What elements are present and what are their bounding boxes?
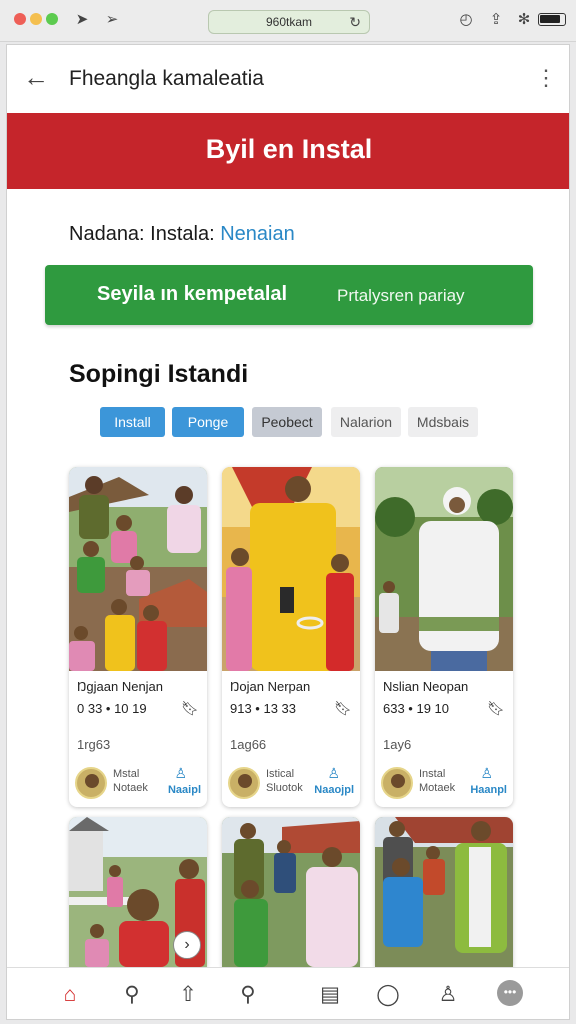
page-title: Fheangla kamaleatia	[69, 67, 264, 90]
user-icon[interactable]: ♙	[174, 765, 187, 782]
more-icon[interactable]: •••	[497, 980, 523, 1006]
install-status: Nadana: Instala: Nenaian	[69, 223, 295, 246]
kebab-menu-icon[interactable]: ⋮	[535, 65, 557, 91]
product-photo	[69, 467, 207, 671]
follow-link[interactable]: Naaipl	[168, 784, 201, 796]
user-icon[interactable]: ♙	[433, 980, 463, 1010]
bookmark-icon[interactable]: 🔖︎	[334, 700, 352, 717]
product-photo	[375, 467, 513, 671]
home-icon[interactable]: ⌂	[55, 980, 85, 1010]
minimize-window-button[interactable]	[30, 13, 42, 25]
avatar[interactable]	[75, 767, 107, 799]
seller-line-1: Istical	[266, 768, 295, 780]
app-bar: ← Fheangla kamaleatia ⋮	[7, 45, 569, 113]
promo-banner: Byil en Instal	[7, 113, 569, 189]
search-icon[interactable]: ⚲	[117, 980, 147, 1010]
card-count: 1ag66	[230, 737, 267, 752]
banner-text: Byil en Instal	[205, 134, 373, 164]
card-title: Ŋgjaan Nenjan	[77, 679, 164, 694]
address-text: 960tkam	[265, 15, 313, 29]
card-stats: 633 • 19 10	[383, 701, 449, 716]
reload-icon[interactable]: ↻	[349, 11, 361, 33]
search-icon[interactable]: ⚲	[233, 980, 263, 1010]
bookmark-icon[interactable]: 🔖︎	[487, 700, 505, 717]
send-icon[interactable]: ➤	[72, 9, 92, 31]
product-photo	[375, 817, 513, 967]
seller-line-1: Mstal	[113, 768, 140, 780]
cta-sub-label: Prtalysren pariay	[337, 286, 465, 305]
next-arrow-icon[interactable]: ›	[173, 931, 201, 959]
card-count: 1rg63	[77, 737, 111, 752]
section-title: Sopingi Istandi	[69, 360, 249, 388]
seller-name: Mstal Notaek	[113, 767, 148, 795]
bottom-navigation: ⌂ ⚲ ⇧ ⚲ ▤ ◯ ♙ •••	[7, 967, 569, 1019]
seller-line-2: Sluotok	[266, 782, 303, 794]
seller-name: Istical Sluotok	[266, 767, 303, 795]
zoom-window-button[interactable]	[46, 13, 58, 25]
product-photo	[222, 817, 360, 967]
user-icon[interactable]: ♙	[327, 765, 340, 782]
product-photo	[222, 467, 360, 671]
product-card[interactable]	[222, 817, 360, 967]
bookmark-icon[interactable]: 🔖︎	[181, 700, 199, 717]
bluetooth-icon[interactable]: ✻	[514, 9, 534, 31]
follow-link[interactable]: Naaojpl	[314, 784, 354, 796]
history-icon[interactable]: ◴	[456, 9, 476, 31]
card-count: 1ay6	[383, 737, 412, 752]
book-icon[interactable]: ▤	[315, 980, 345, 1010]
status-prefix: Nadana: Instala:	[69, 223, 215, 245]
install-cta-button[interactable]: Seyila ın kempetalal Prtalysren pariay	[45, 265, 533, 325]
product-card[interactable]	[375, 817, 513, 967]
app-window: ← Fheangla kamaleatia ⋮ Byil en Instal N…	[6, 44, 570, 1020]
chat-bubble-icon[interactable]: ◯	[373, 980, 403, 1010]
chip-mdsbais[interactable]: Mdsbais	[408, 407, 478, 437]
avatar[interactable]	[381, 767, 413, 799]
follow-link[interactable]: Haanpl	[470, 784, 507, 796]
card-title: Nslian Neopan	[383, 679, 469, 694]
browser-toolbar: ➤ ➢ 960tkam ↻ ◴ ⇪ ✻	[0, 0, 576, 42]
seller-line-2: Motaek	[419, 782, 456, 794]
status-value-link[interactable]: Nenaian	[220, 223, 295, 245]
close-window-button[interactable]	[14, 13, 26, 25]
chip-install[interactable]: Install	[100, 407, 165, 437]
card-stats: 0 33 • 10 19	[77, 701, 147, 716]
share-arrow-icon[interactable]: ➢	[102, 9, 122, 31]
user-icon[interactable]: ♙	[480, 765, 493, 782]
product-card[interactable]: ›	[69, 817, 207, 967]
chip-nalarion[interactable]: Nalarion	[331, 407, 401, 437]
product-card[interactable]: Nslian Neopan 633 • 19 10 🔖︎ 1ay6 Instal…	[375, 467, 513, 807]
share-icon[interactable]: ⇪	[486, 9, 506, 31]
cta-main-label: Seyila ın kempetalal	[97, 283, 288, 305]
address-bar[interactable]: 960tkam ↻	[208, 10, 370, 34]
product-card[interactable]: Ŋgjaan Nenjan 0 33 • 10 19 🔖︎ 1rg63 Msta…	[69, 467, 207, 807]
avatar[interactable]	[228, 767, 260, 799]
chip-ponge[interactable]: Ponge	[172, 407, 244, 437]
seller-line-2: Notaek	[113, 782, 148, 794]
upload-icon[interactable]: ⇧	[173, 980, 203, 1010]
card-title: Ŋojan Nerpan	[230, 679, 311, 694]
seller-name: Instal Motaek	[419, 767, 455, 795]
battery-icon	[538, 13, 566, 26]
card-stats: 913 • 13 33	[230, 701, 296, 716]
back-arrow-icon[interactable]: ←	[23, 63, 49, 91]
product-card[interactable]: Ŋojan Nerpan 913 • 13 33 🔖︎ 1ag66 Istica…	[222, 467, 360, 807]
seller-line-1: Instal	[419, 768, 446, 780]
chip-peobect[interactable]: Peobect	[252, 407, 322, 437]
